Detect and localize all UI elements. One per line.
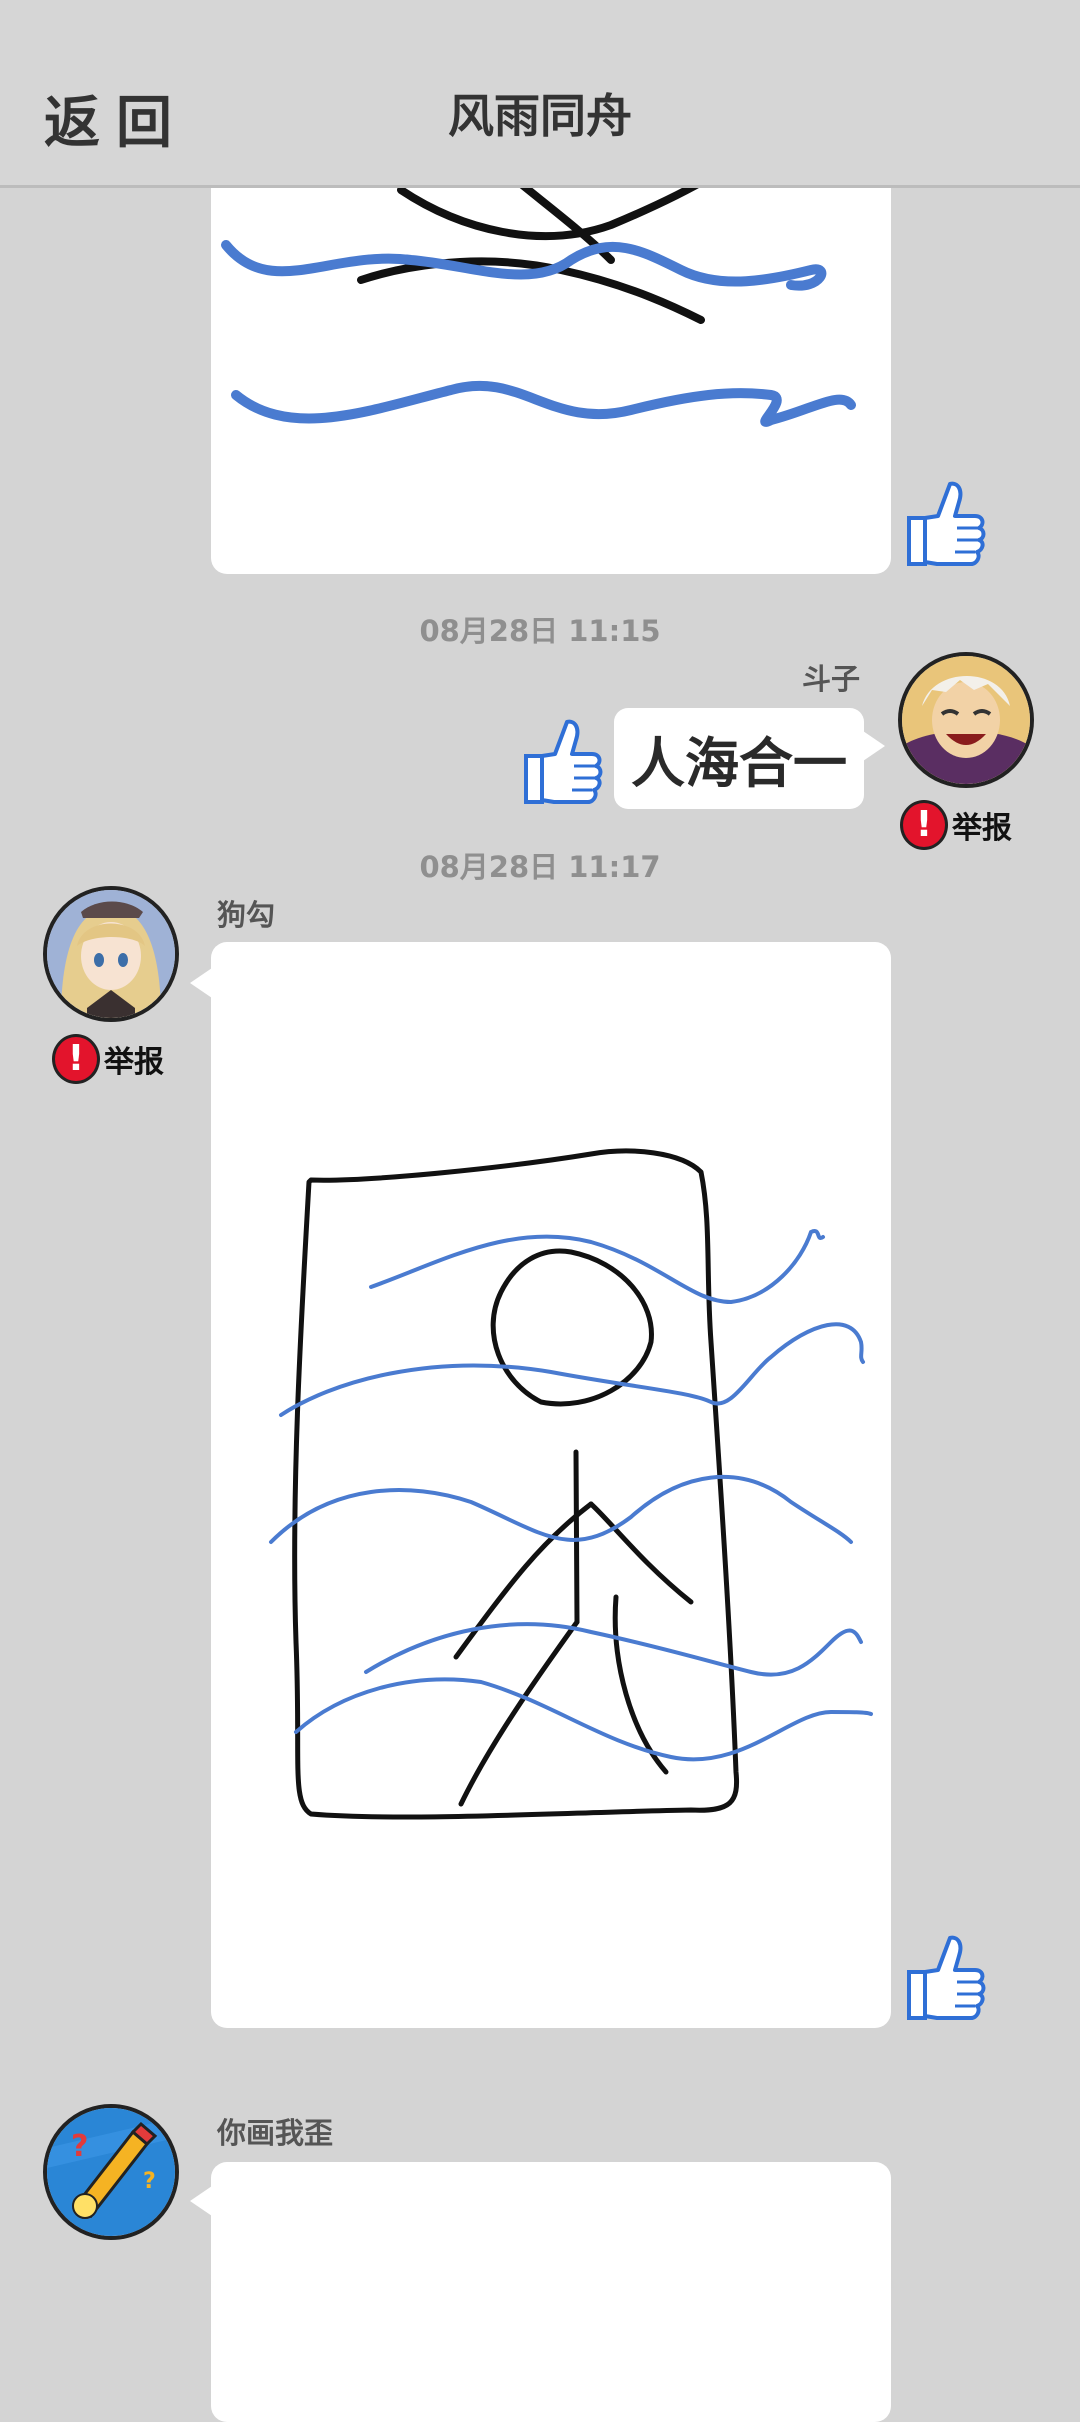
sender-name: 狗勾 [217,898,276,932]
svg-text:?: ? [71,2129,88,2164]
report-label: 举报 [104,1045,164,1080]
sender-name: 你画我歪 [217,2116,334,2150]
sender-name: 斗子 [802,662,861,696]
timestamp: 08月28日 11:15 [419,614,661,648]
thumbs-up-icon [907,481,986,566]
report-label: 举报 [952,811,1012,846]
svg-text:?: ? [143,2169,156,2194]
thumbs-up-icon [907,1935,986,2020]
avatar-image: ? ? [47,2108,175,2236]
timestamp: 08月28日 11:17 [419,850,661,884]
avatar[interactable]: ? ? [43,2104,179,2240]
avatar[interactable] [43,886,179,1022]
drawing-card[interactable] [211,140,891,574]
avatar[interactable] [898,652,1034,788]
message-text: 人海合一 [631,732,847,795]
report-button[interactable]: ! 举报 [52,1034,164,1084]
report-button[interactable]: ! 举报 [900,800,1012,850]
bubble-tail [863,731,885,761]
page-title: 风雨同舟 [448,89,632,143]
bubble-tail [190,968,212,998]
thumbs-up-icon [524,719,603,804]
like-button[interactable] [520,716,606,808]
top-bar: 返回 风雨同舟 [0,0,1080,188]
drawing-card[interactable] [211,942,891,2028]
drawing-canvas [221,140,856,427]
like-button[interactable] [903,478,989,570]
exclamation-icon: ! [900,800,948,850]
message-bubble[interactable]: 人海合一 [614,708,864,809]
avatar-image [47,890,175,1018]
bubble-tail [190,2186,212,2216]
exclamation-icon: ! [52,1034,100,1084]
drawing-card[interactable] [211,2162,891,2422]
like-button[interactable] [903,1932,989,2024]
avatar-image [902,656,1030,784]
drawing-canvas [269,1148,873,1820]
